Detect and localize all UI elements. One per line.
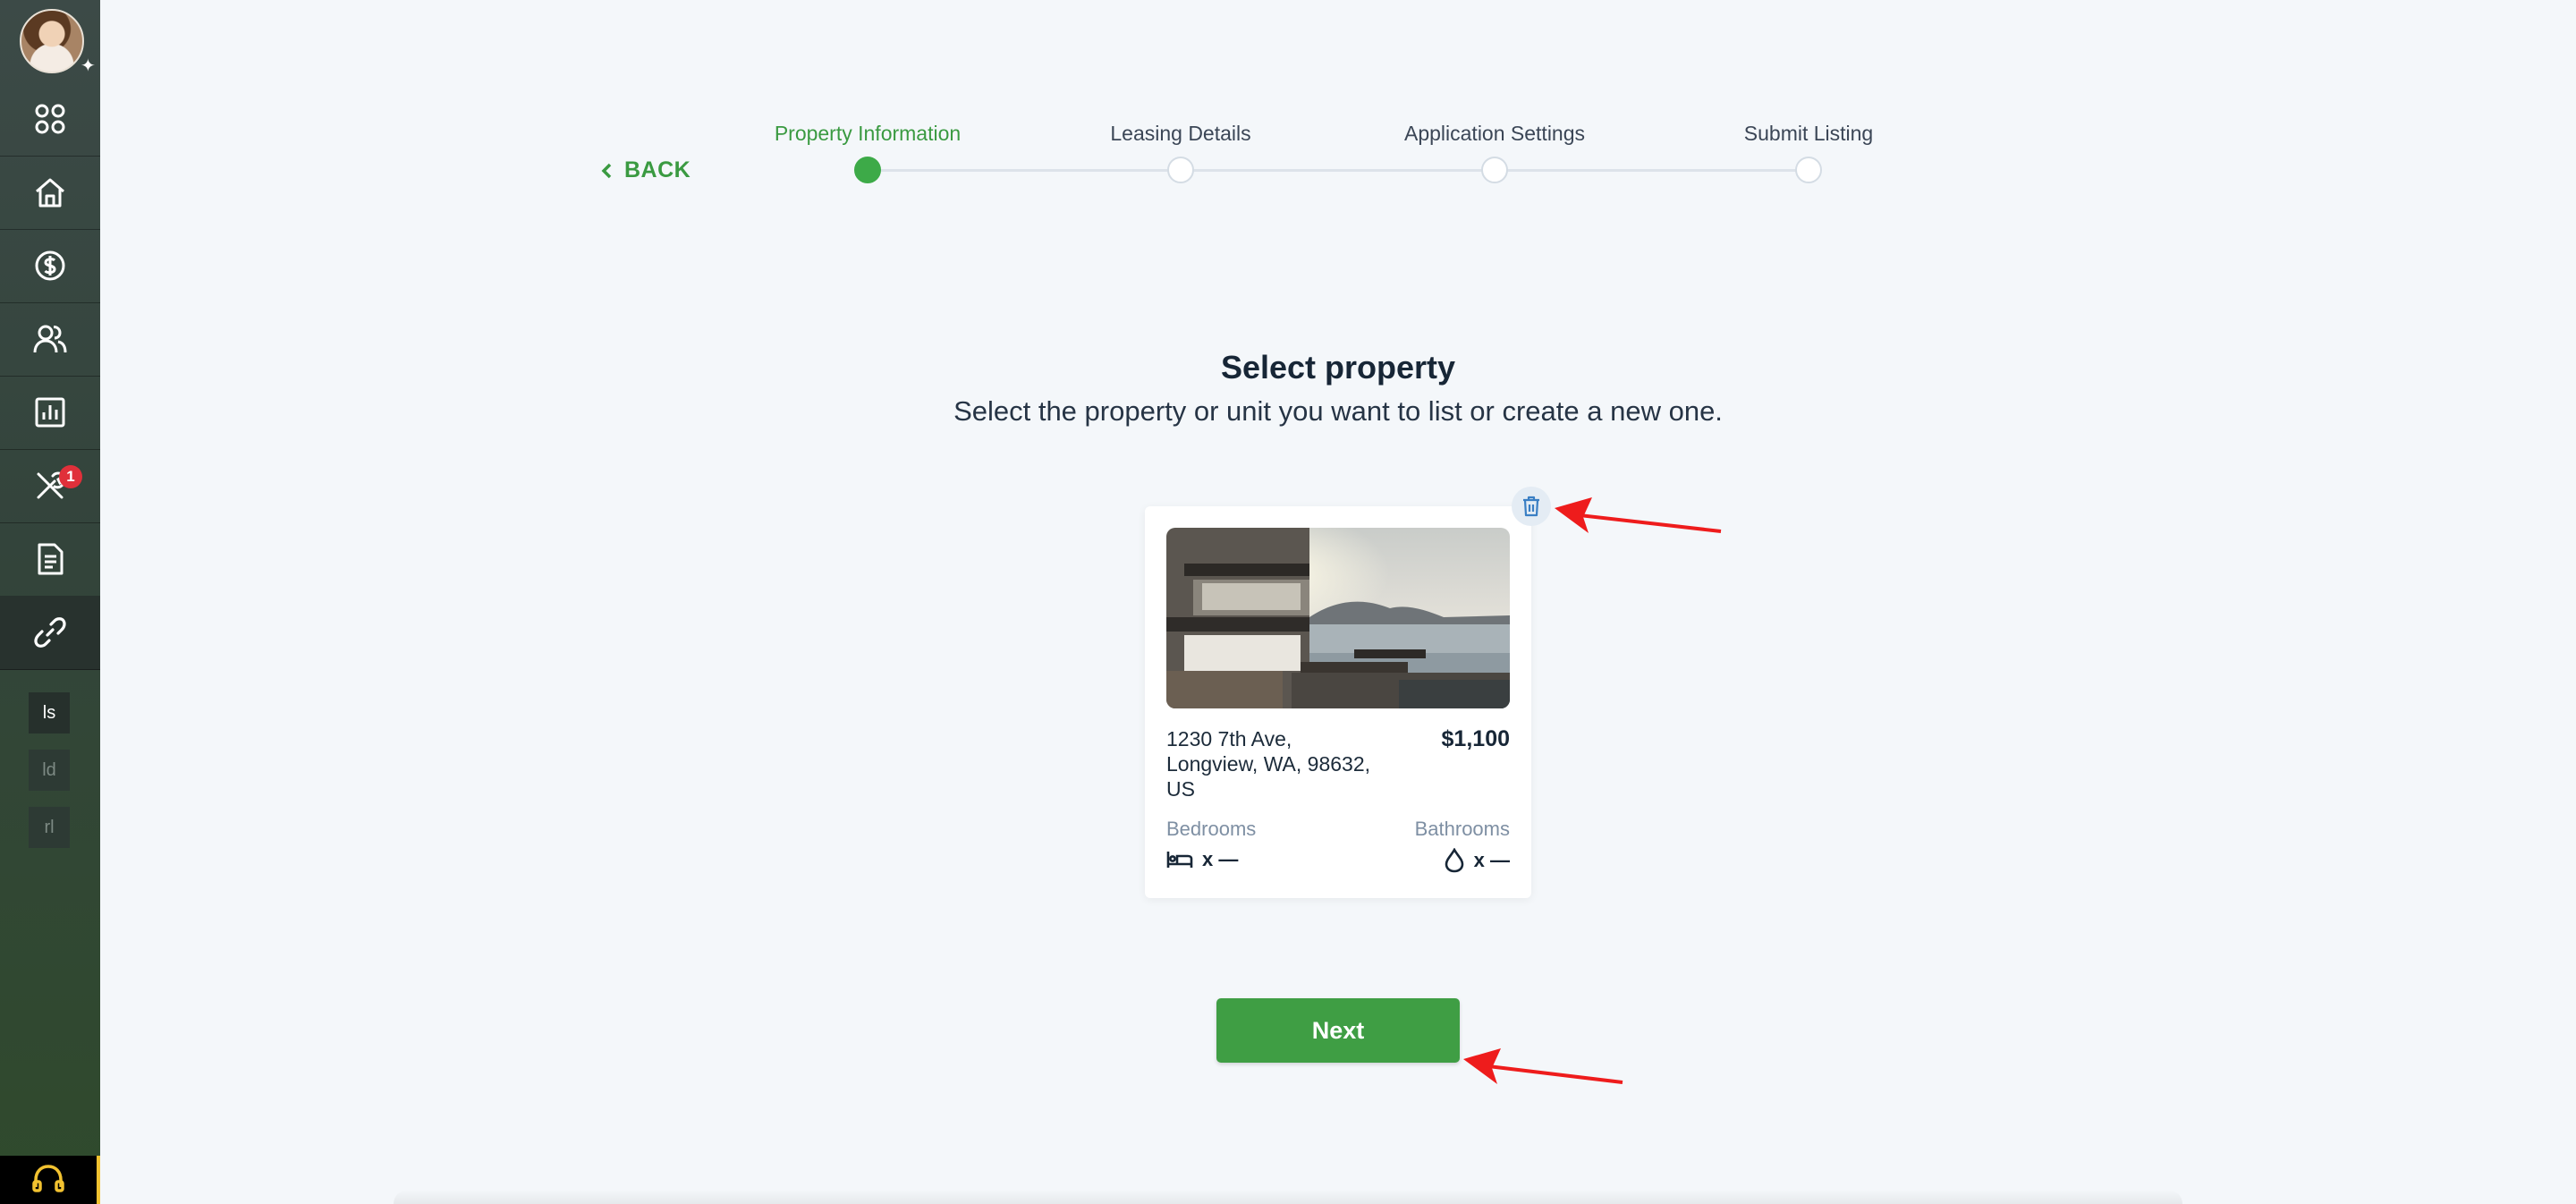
dollar-icon [35,250,65,281]
step-dot-application-settings[interactable] [1481,157,1508,183]
step-label-property-information: Property Information [774,122,962,145]
step-dot-leasing-details[interactable] [1167,157,1194,183]
stepper-track [868,169,1809,172]
step-label-submit-listing: Submit Listing [1743,122,1874,145]
delete-property-button[interactable] [1512,487,1551,526]
apps-grid-icon [35,104,65,134]
water-drop-icon [1445,848,1463,873]
home-icon [36,178,64,208]
step-label-leasing-details: Leasing Details [1110,122,1251,145]
step-label-application-settings: Application Settings [1403,122,1586,145]
annotation-arrow-icon [1463,1048,1623,1084]
user-avatar[interactable] [20,9,84,73]
property-address: 1230 7th Ave, Longview, WA, 98632, US [1166,726,1381,801]
back-label: BACK [624,157,691,182]
page-title: Select property [1220,349,1456,386]
bathrooms-value: x — [1444,848,1510,873]
property-price: $1,100 [1441,726,1510,751]
notification-badge: 1 [59,465,82,488]
headset-icon [32,1165,64,1192]
sidebar: ✦ 1 ls ld rl [0,0,100,1204]
chevron-left-icon [601,163,612,178]
bed-icon [1166,852,1193,868]
bathrooms-count: x — [1473,849,1510,871]
property-photo [1166,528,1510,708]
sidebar-item-home[interactable] [0,156,100,230]
sidebar-item-finance[interactable] [0,229,100,303]
bathrooms-label: Bathrooms [1414,818,1510,840]
bedrooms-count: x — [1202,848,1239,870]
back-button[interactable]: BACK [601,157,691,183]
pin-icon[interactable]: ✦ [80,57,96,75]
page-subtitle: Select the property or unit you want to … [953,395,1723,427]
annotation-arrow-icon [1555,497,1722,533]
sidebar-mini-item[interactable]: ld [29,750,70,791]
address-line: 1230 7th Ave, [1166,727,1292,750]
support-button[interactable] [0,1156,100,1204]
bottom-panel-edge [394,1190,2182,1204]
sidebar-item-links[interactable] [0,596,100,670]
document-icon [38,543,64,575]
property-card[interactable]: 1230 7th Ave, Longview, WA, 98632, US $1… [1145,506,1531,898]
sidebar-mini-item[interactable]: ls [29,692,70,733]
sidebar-item-maintenance[interactable]: 1 [0,449,100,523]
bedrooms-value: x — [1166,848,1238,871]
address-line: US [1166,777,1195,801]
step-dot-submit-listing[interactable] [1795,157,1822,183]
next-button[interactable]: Next [1216,998,1460,1063]
bedrooms-label: Bedrooms [1166,818,1257,840]
sidebar-item-apps[interactable] [0,82,100,157]
link-icon [34,617,66,648]
sidebar-item-documents[interactable] [0,522,100,597]
address-line: Longview, WA, 98632, [1166,752,1371,776]
trash-icon [1523,496,1539,517]
sidebar-mini-item[interactable]: rl [29,807,70,848]
step-dot-property-information[interactable] [854,157,881,183]
